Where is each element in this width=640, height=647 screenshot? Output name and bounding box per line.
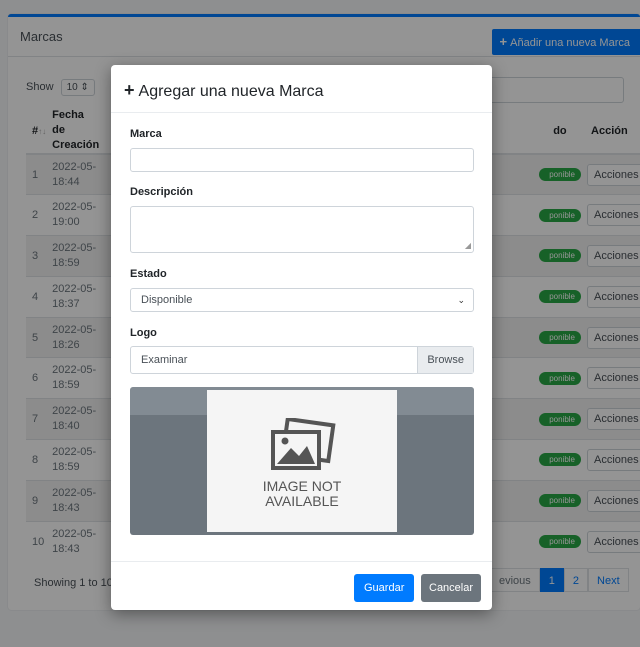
add-brand-modal: + Agregar una nueva Marca Marca Descripci… — [111, 65, 492, 610]
plus-icon: + — [124, 80, 135, 100]
estado-select[interactable]: Disponible ⌄ — [130, 288, 474, 312]
modal-header: + Agregar una nueva Marca — [111, 65, 492, 113]
modal-title: + Agregar una nueva Marca — [124, 80, 324, 100]
picture-icon — [271, 416, 336, 470]
modal-footer: Guardar Cancelar — [111, 561, 492, 610]
logo-file-input[interactable]: Examinar Browse — [130, 346, 474, 374]
logo-preview: IMAGE NOT AVAILABLE — [130, 387, 474, 535]
image-placeholder: IMAGE NOT AVAILABLE — [207, 390, 397, 532]
estado-label: Estado — [130, 268, 167, 280]
image-not-available-text: IMAGE NOT AVAILABLE — [262, 478, 342, 509]
chevron-down-icon: ⌄ — [457, 295, 465, 305]
descripcion-label: Descripción — [130, 186, 193, 198]
logo-placeholder: Examinar — [141, 354, 188, 366]
marca-label: Marca — [130, 128, 162, 140]
marca-input[interactable] — [130, 148, 474, 172]
cancel-button[interactable]: Cancelar — [421, 574, 482, 602]
save-button[interactable]: Guardar — [354, 574, 415, 602]
browse-button[interactable]: Browse — [417, 347, 473, 373]
resize-handle-icon[interactable]: ◢ — [465, 241, 471, 250]
descripcion-textarea[interactable]: ◢ — [130, 206, 474, 253]
logo-label: Logo — [130, 327, 157, 339]
